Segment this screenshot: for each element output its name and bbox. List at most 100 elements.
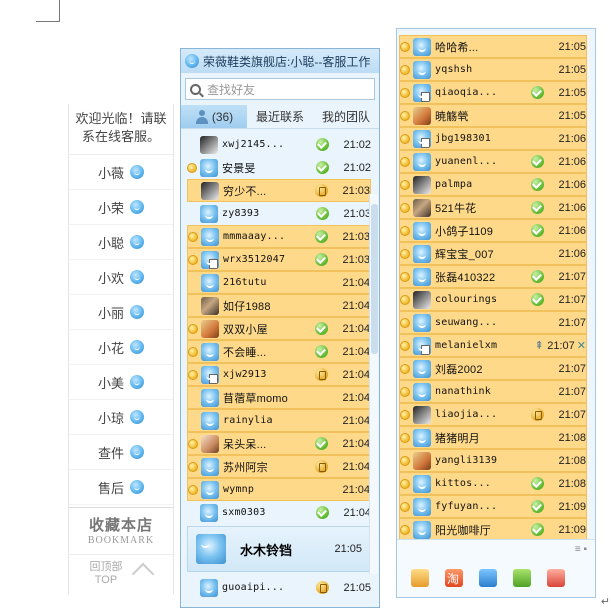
contact-name: zy8393 xyxy=(222,208,260,219)
agent-link[interactable]: 小欢 xyxy=(69,260,173,295)
list-item[interactable]: wymnp 21:04 xyxy=(187,478,371,501)
tab-recent[interactable]: 最近联系 xyxy=(247,105,313,128)
agent-link[interactable]: 小荣 xyxy=(69,190,173,225)
check-status-icon xyxy=(315,437,328,450)
list-item[interactable]: 苏州阿宗 21:04 xyxy=(187,455,371,478)
list-item[interactable]: xwj2145... 21:02 xyxy=(187,133,371,156)
contact-name: 不会睡... xyxy=(223,346,267,359)
agent-link[interactable]: 小薇 xyxy=(69,155,173,190)
agent-link[interactable]: 小聪 xyxy=(69,225,173,260)
contact-name: kittos... xyxy=(435,478,491,489)
list-item[interactable]: 阳光咖啡厅 21:09 xyxy=(399,518,587,541)
document-icon xyxy=(421,344,430,355)
search-icon xyxy=(190,83,201,95)
contact-time: 21:04 xyxy=(342,460,370,473)
online-status-icon xyxy=(400,202,410,213)
list-item[interactable]: 暁觞煢 21:05 xyxy=(399,104,587,127)
avatar xyxy=(413,451,431,470)
contact-name: 猪猪明月 xyxy=(435,432,480,445)
scrollbar-thumb[interactable] xyxy=(371,204,378,354)
list-item[interactable]: palmpa 21:06 xyxy=(399,173,587,196)
list-item[interactable]: nanathink 21:07 xyxy=(399,380,587,403)
qq-avatar-icon xyxy=(201,411,219,430)
list-item[interactable]: yqshsh 21:05 xyxy=(399,58,587,81)
search-input[interactable]: 查找好友 xyxy=(185,78,375,100)
gift-icon[interactable] xyxy=(513,569,531,587)
list-item[interactable]: seuwang... 21:07 xyxy=(399,311,587,334)
list-item[interactable]: 不会睡... 21:04 xyxy=(187,340,371,363)
bookmark-label-en: BOOKMARK xyxy=(87,535,155,546)
list-item[interactable]: mmmaaay... 21:03 xyxy=(187,225,371,248)
list-item[interactable]: 小鸽子1109 21:06 xyxy=(399,219,587,242)
list-item[interactable]: 穷少不... 21:03 xyxy=(187,179,371,202)
agent-link[interactable]: 售后 xyxy=(69,470,173,505)
list-item[interactable]: yuanenl... 21:06 xyxy=(399,150,587,173)
check-status-icon xyxy=(531,224,544,237)
contact-time: 21:04 xyxy=(342,276,370,289)
list-item[interactable]: yangli3139 21:08 xyxy=(399,449,587,472)
agent-link[interactable]: 小美 xyxy=(69,365,173,400)
status-spacer xyxy=(531,316,544,329)
manager-icon[interactable] xyxy=(411,569,429,587)
check-status-icon xyxy=(315,322,328,335)
box-icon[interactable] xyxy=(479,569,497,587)
list-item[interactable]: 辉宝宝_007 21:06 xyxy=(399,242,587,265)
window-titlebar[interactable]: 荣薇鞋类旗舰店:小聪--客服工作 xyxy=(181,49,379,73)
contact-name: palmpa xyxy=(435,179,473,190)
list-item[interactable]: 张磊410322 21:07 xyxy=(399,265,587,288)
list-item[interactable]: 216tutu 21:04 xyxy=(187,271,371,294)
list-item[interactable]: 猪猪明月 21:08 xyxy=(399,426,587,449)
scrollbar[interactable] xyxy=(369,194,378,574)
list-item[interactable]: qiaoqia... 21:05 xyxy=(399,81,587,104)
list-item[interactable]: 如仔1988 21:04 xyxy=(187,294,371,317)
back-to-top-button[interactable]: 回顶部 TOP xyxy=(69,554,173,587)
contact-time: 21:08 xyxy=(558,431,586,444)
contact-name: 阳光咖啡厅 xyxy=(435,524,491,537)
contact-time: 21:04 xyxy=(342,391,370,404)
tab-team[interactable]: 我的团队 xyxy=(313,105,379,128)
list-item[interactable]: 安景旻 21:02 xyxy=(187,156,371,179)
list-item[interactable]: fyfuyan... 21:09 xyxy=(399,495,587,518)
agent-name: 小荣 xyxy=(97,200,124,216)
page-corner-mark xyxy=(36,0,60,22)
list-item[interactable]: melanielxm ⇞ 21:07 ✕ xyxy=(399,334,587,357)
list-item[interactable]: 呆头呆... 21:04 xyxy=(187,432,371,455)
agent-link[interactable]: 小花 xyxy=(69,330,173,365)
list-item[interactable]: jbg198301 21:06 xyxy=(399,127,587,150)
list-item[interactable]: kittos... 21:08 xyxy=(399,472,587,495)
contact-time: 21:06 xyxy=(558,178,586,191)
check-status-icon xyxy=(315,253,328,266)
contact-time: 21:04 xyxy=(343,506,371,519)
agent-link[interactable]: 小丽 xyxy=(69,295,173,330)
contact-time: 21:05 xyxy=(343,581,371,594)
expanded-contact-entry[interactable]: 水木铃铛 21:05 xyxy=(187,526,371,572)
menu-icon[interactable]: ≡ ▪ xyxy=(575,544,587,555)
list-item[interactable]: 刘磊2002 21:07 xyxy=(399,357,587,380)
check-status-icon xyxy=(316,161,329,174)
list-item[interactable]: guoaipi... 21:05 xyxy=(187,576,371,599)
tab-contacts[interactable]: (36) xyxy=(181,105,247,128)
list-item[interactable]: 双双小屋 21:04 xyxy=(187,317,371,340)
list-item[interactable]: 521牛花 21:06 xyxy=(399,196,587,219)
list-item[interactable]: wrx3512047 21:03 xyxy=(187,248,371,271)
list-item[interactable]: sxm0303 21:04 xyxy=(187,501,371,524)
pin-icon[interactable]: ⇞ xyxy=(535,339,544,352)
window-title: 荣薇鞋类旗舰店:小聪--客服工作 xyxy=(203,54,371,69)
list-item[interactable]: 苜蓿草momo 21:04 xyxy=(187,386,371,409)
list-item[interactable]: 哈哈希... 21:05 xyxy=(399,35,587,58)
online-status-icon xyxy=(188,231,198,242)
online-status-icon xyxy=(400,363,410,374)
list-item[interactable]: zy8393 21:03 xyxy=(187,202,371,225)
shop-icon[interactable] xyxy=(547,569,565,587)
contact-time: 21:04 xyxy=(342,368,370,381)
agent-link[interactable]: 查件 xyxy=(69,435,173,470)
list-item[interactable]: colourings 21:07 xyxy=(399,288,587,311)
list-item[interactable]: liaojia... 21:07 xyxy=(399,403,587,426)
close-icon[interactable]: ✕ xyxy=(577,339,586,352)
agent-link[interactable]: 小琼 xyxy=(69,400,173,435)
bookmark-button[interactable]: 收藏本店 BOOKMARK xyxy=(69,507,173,546)
list-item[interactable]: rainylia 21:04 xyxy=(187,409,371,432)
taobao-icon[interactable] xyxy=(445,569,463,587)
list-item[interactable]: xjw2913 21:04 xyxy=(187,363,371,386)
status-spacer xyxy=(188,301,198,311)
